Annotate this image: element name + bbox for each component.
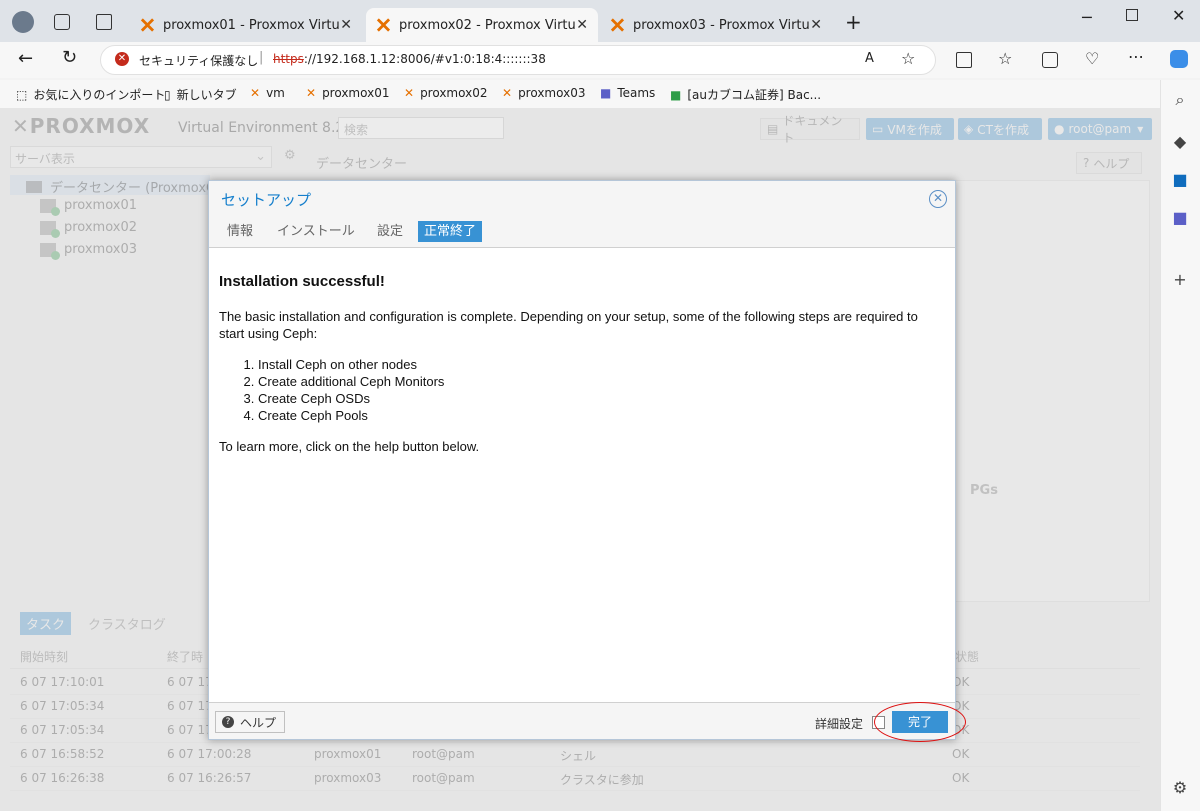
bookmark-label: 新しいタブ: [176, 88, 237, 102]
url-scheme: https: [273, 52, 304, 66]
copilot-icon[interactable]: [1170, 50, 1188, 68]
success-heading: Installation successful!: [219, 273, 385, 290]
more-menu-icon[interactable]: ⋯: [1128, 47, 1144, 66]
proxmox-icon: [610, 18, 625, 32]
insecure-icon: ✕: [115, 52, 129, 66]
url-bar[interactable]: ✕ セキュリティ保護なし | https://192.168.1.12:8006…: [100, 45, 936, 75]
bookmark-label: お気に入りのインポート: [33, 88, 166, 102]
workspaces-icon[interactable]: [54, 14, 70, 30]
url-rest: ://192.168.1.12:8006/#v1:0:18:4:::::::38: [303, 52, 546, 66]
bookmark-new-tab[interactable]: ▯ 新しいタブ: [164, 86, 237, 103]
kabucom-icon: ■: [670, 87, 682, 102]
bookmark-label: proxmox02: [420, 86, 488, 100]
bookmark-label: [auカブコム証券] Bac...: [687, 88, 822, 102]
tab-proxmox03[interactable]: proxmox03 - Proxmox Virtual Environment …: [600, 8, 832, 42]
list-item: Create additional Ceph Monitors: [258, 373, 945, 390]
refresh-icon[interactable]: ↻: [62, 47, 77, 68]
maximize-icon[interactable]: [1126, 9, 1138, 21]
close-tab-icon[interactable]: ✕: [810, 17, 822, 33]
close-tab-icon[interactable]: ✕: [576, 17, 588, 33]
bookmark-label: vm: [266, 86, 285, 100]
outro-text: To learn more, click on the help button …: [219, 439, 480, 454]
setup-dialog: セットアップ ✕ 情報 インストール 設定 正常終了 Installation …: [208, 180, 956, 740]
collections-icon[interactable]: [1042, 52, 1058, 68]
import-icon: ⬚: [16, 87, 28, 102]
bookmark-proxmox01[interactable]: ✕ proxmox01: [306, 86, 389, 100]
tab-title: proxmox03 - Proxmox Virtual Environment: [632, 17, 810, 33]
proxmox-icon: ✕: [306, 86, 317, 100]
bookmark-teams[interactable]: ■ Teams: [600, 86, 655, 100]
bookmark-proxmox02[interactable]: ✕ proxmox02: [404, 86, 487, 100]
proxmox-icon: ✕: [502, 86, 513, 100]
help-button-label: ヘルプ: [240, 715, 277, 730]
tab-title: proxmox01 - Proxmox Virtual Environment: [162, 17, 340, 33]
teams-icon: ■: [600, 86, 612, 100]
tab-install[interactable]: インストール: [271, 221, 361, 242]
profile-avatar[interactable]: [12, 11, 34, 33]
search-icon[interactable]: ⌕: [1170, 90, 1190, 110]
proxmox-icon: ✕: [404, 86, 415, 100]
url-separator: |: [259, 50, 264, 65]
dialog-body: Installation successful! The basic insta…: [219, 273, 945, 469]
list-item: Install Ceph on other nodes: [258, 356, 945, 373]
dialog-header: セットアップ ✕ 情報 インストール 設定 正常終了: [209, 181, 955, 248]
tab-proxmox01[interactable]: proxmox01 - Proxmox Virtual Environment …: [130, 8, 362, 42]
dialog-footer: ? ヘルプ 詳細設定 完了: [209, 702, 955, 739]
bookmark-vm[interactable]: ✕ vm: [250, 86, 285, 100]
browser-titlebar: proxmox01 - Proxmox Virtual Environment …: [0, 0, 1200, 42]
back-icon[interactable]: ←: [18, 48, 33, 69]
tab-success[interactable]: 正常終了: [418, 221, 483, 242]
favorites-icon[interactable]: ☆: [998, 49, 1012, 68]
security-label[interactable]: セキュリティ保護なし: [139, 52, 258, 69]
help-button[interactable]: ? ヘルプ: [215, 711, 285, 733]
add-sidebar-icon[interactable]: +: [1170, 270, 1190, 290]
split-screen-icon[interactable]: [956, 52, 972, 68]
bookmark-label: proxmox03: [518, 86, 586, 100]
bookmark-label: proxmox01: [322, 86, 390, 100]
proxmox-icon: ✕: [250, 86, 261, 100]
list-item: Create Ceph Pools: [258, 407, 945, 424]
bookmark-label: Teams: [617, 86, 656, 100]
tab-config[interactable]: 設定: [371, 221, 409, 242]
read-aloud-icon[interactable]: A: [865, 51, 874, 66]
settings-gear-icon[interactable]: ⚙: [1170, 778, 1190, 798]
new-tab-icon[interactable]: +: [845, 10, 862, 34]
advanced-label: 詳細設定: [815, 717, 864, 731]
dialog-title: セットアップ: [221, 191, 312, 209]
close-tab-icon[interactable]: ✕: [340, 17, 352, 33]
close-icon[interactable]: ✕: [929, 190, 947, 208]
intro-text: The basic installation and configuration…: [219, 309, 918, 341]
page-icon: ▯: [164, 87, 171, 102]
tab-info[interactable]: 情報: [221, 221, 259, 242]
minimize-icon[interactable]: ─: [1082, 8, 1092, 27]
tab-actions-icon[interactable]: [96, 14, 112, 30]
browser-essentials-icon[interactable]: ♡: [1085, 49, 1099, 68]
bookmark-proxmox03[interactable]: ✕ proxmox03: [502, 86, 585, 100]
tab-title: proxmox02 - Proxmox Virtual Environment: [398, 17, 576, 33]
favorite-star-icon[interactable]: ☆: [901, 49, 915, 68]
help-icon: ?: [222, 716, 234, 728]
steps-list: Install Ceph on other nodes Create addit…: [219, 356, 945, 424]
list-item: Create Ceph OSDs: [258, 390, 945, 407]
url-text[interactable]: https://192.168.1.12:8006/#v1:0:18:4::::…: [273, 52, 546, 66]
outlook-icon[interactable]: ■: [1170, 170, 1190, 190]
bookmark-import[interactable]: ⬚ お気に入りのインポート: [16, 86, 165, 103]
proxmox-icon: [376, 18, 391, 32]
highlight-ring: [874, 702, 966, 742]
proxmox-icon: [140, 18, 155, 32]
tab-proxmox02[interactable]: proxmox02 - Proxmox Virtual Environment …: [366, 8, 598, 42]
teams-icon[interactable]: ■: [1170, 208, 1190, 228]
bookmark-kabucom[interactable]: ■ [auカブコム証券] Bac...: [670, 86, 821, 103]
close-window-icon[interactable]: ✕: [1172, 6, 1185, 25]
shopping-icon[interactable]: ◆: [1170, 132, 1190, 152]
